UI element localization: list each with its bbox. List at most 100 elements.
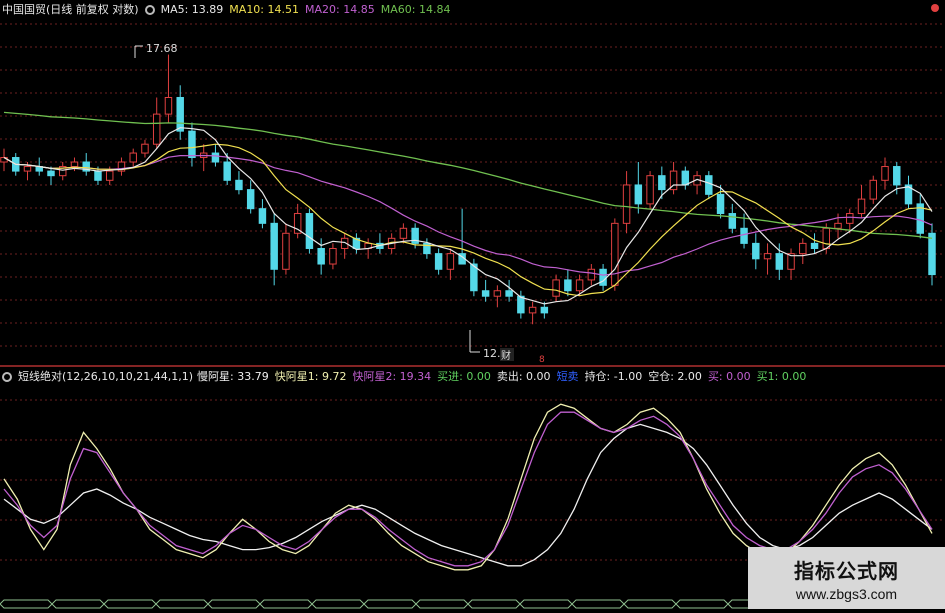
candle-down xyxy=(752,242,760,260)
candle-up xyxy=(622,184,631,224)
gear-icon[interactable] xyxy=(144,5,155,15)
candle-down xyxy=(658,175,666,191)
fast-star2-line xyxy=(3,411,933,567)
candle-up xyxy=(552,279,560,297)
candle-down xyxy=(928,232,936,276)
candle-up xyxy=(822,227,831,249)
candle-down xyxy=(258,208,267,224)
ma60-line xyxy=(3,111,933,239)
candle-down xyxy=(893,166,901,186)
buy-value: 买: 0.00 xyxy=(707,370,751,383)
signal-segment xyxy=(155,599,209,609)
buy1-value: 买1: 0.00 xyxy=(756,370,807,383)
candle-up xyxy=(575,279,584,292)
candle-up xyxy=(587,268,596,281)
candle-down xyxy=(540,306,549,314)
signal-segment xyxy=(259,599,313,609)
slow-star-value: 慢阿星: 33.79 xyxy=(197,370,269,383)
fast-star1-value: 快阿星1: 9.72 xyxy=(274,370,347,383)
candle-down xyxy=(481,290,490,297)
signal-segment xyxy=(415,599,469,609)
stock-chart-window: 17.68 12. 财 8 中国国贸(日线 前复权 对数) MA5: 13.89… xyxy=(0,0,945,609)
candle-up xyxy=(881,166,889,181)
candle-down xyxy=(223,161,231,181)
candle-up xyxy=(528,306,537,314)
candle-down xyxy=(47,170,55,177)
holding-value: 持仓: -1.00 xyxy=(584,370,643,383)
candle-up xyxy=(152,113,161,145)
ma5-value: MA5: 13.89 xyxy=(160,3,224,16)
watermark-title: 指标公式网 xyxy=(794,558,899,583)
candle-down xyxy=(599,268,607,286)
candle-up xyxy=(846,213,854,224)
sell-out-value: 卖出: 0.00 xyxy=(496,370,551,383)
candle-down xyxy=(305,213,314,249)
candle-down xyxy=(188,130,196,159)
candle-down xyxy=(775,253,784,270)
candle-down xyxy=(246,189,255,210)
low-price-label: 12. xyxy=(483,347,501,360)
slow-star-line xyxy=(3,423,933,567)
event-marker-label: 8 xyxy=(539,355,545,365)
ma20-value: MA20: 14.85 xyxy=(305,3,375,16)
fast-star2-value: 快阿星2: 19.34 xyxy=(352,370,432,383)
candle-up xyxy=(446,253,455,270)
site-watermark: 指标公式网 www.zbgs3.com xyxy=(748,547,945,609)
chart-canvas[interactable]: 17.68 12. 财 8 xyxy=(0,0,945,609)
candle-up xyxy=(646,175,654,205)
signal-segment xyxy=(675,599,729,609)
finance-marker-label[interactable]: 财 xyxy=(501,349,511,362)
candle-down xyxy=(434,253,443,270)
gear-icon[interactable] xyxy=(2,372,12,382)
candle-up xyxy=(129,152,137,163)
candle-down xyxy=(681,170,690,186)
candle-up xyxy=(70,161,79,168)
candle-up xyxy=(834,222,842,229)
candle-up xyxy=(493,290,502,297)
oscillator-panel[interactable] xyxy=(3,403,933,571)
candle-down xyxy=(317,247,325,265)
price-panel[interactable] xyxy=(0,54,936,325)
signal-segment xyxy=(51,599,105,609)
candle-down xyxy=(740,227,748,244)
candle-down xyxy=(517,295,525,314)
candle-down xyxy=(564,279,572,292)
price-header: 中国国贸(日线 前复权 对数) MA5: 13.89 MA10: 14.51 M… xyxy=(0,1,456,19)
ma60-value: MA60: 14.84 xyxy=(380,3,451,16)
candle-up xyxy=(141,143,149,154)
stock-title: 中国国贸(日线 前复权 对数) xyxy=(2,3,139,16)
candle-up xyxy=(763,253,772,260)
ma5-line xyxy=(3,127,933,305)
candle-up xyxy=(799,242,807,255)
candle-down xyxy=(810,242,819,249)
ma10-line xyxy=(3,143,933,297)
indicator-header: 短线绝对(12,26,10,10,21,44,1,1) 慢阿星: 33.79 快… xyxy=(0,368,812,386)
short-sell-value: 短卖 xyxy=(556,370,579,383)
candle-down xyxy=(716,193,725,215)
signal-segment xyxy=(623,599,677,609)
candle-up xyxy=(399,227,408,239)
signal-segment xyxy=(571,599,625,609)
signal-segment xyxy=(311,599,365,609)
signal-segment xyxy=(103,599,157,609)
candle-up xyxy=(329,247,337,265)
status-dot xyxy=(931,4,939,12)
candle-down xyxy=(235,179,243,191)
grid-lines xyxy=(0,23,945,561)
ma10-value: MA10: 14.51 xyxy=(229,3,300,16)
signal-segment xyxy=(207,599,261,609)
candle-up xyxy=(105,170,114,181)
candle-up xyxy=(164,96,173,115)
candle-down xyxy=(211,152,220,163)
annotations: 17.68 12. 财 8 xyxy=(134,42,545,365)
empty-value: 空仓: 2.00 xyxy=(648,370,702,383)
candle-up xyxy=(857,198,866,215)
candle-down xyxy=(728,213,737,229)
candle-down xyxy=(176,96,184,132)
candle-down xyxy=(94,170,102,181)
indicator-name: 短线绝对(12,26,10,10,21,44,1,1) xyxy=(18,370,194,383)
candle-up xyxy=(869,179,877,200)
watermark-url: www.zbgs3.com xyxy=(795,585,898,602)
signal-segment xyxy=(0,599,53,609)
candle-down xyxy=(705,175,713,195)
